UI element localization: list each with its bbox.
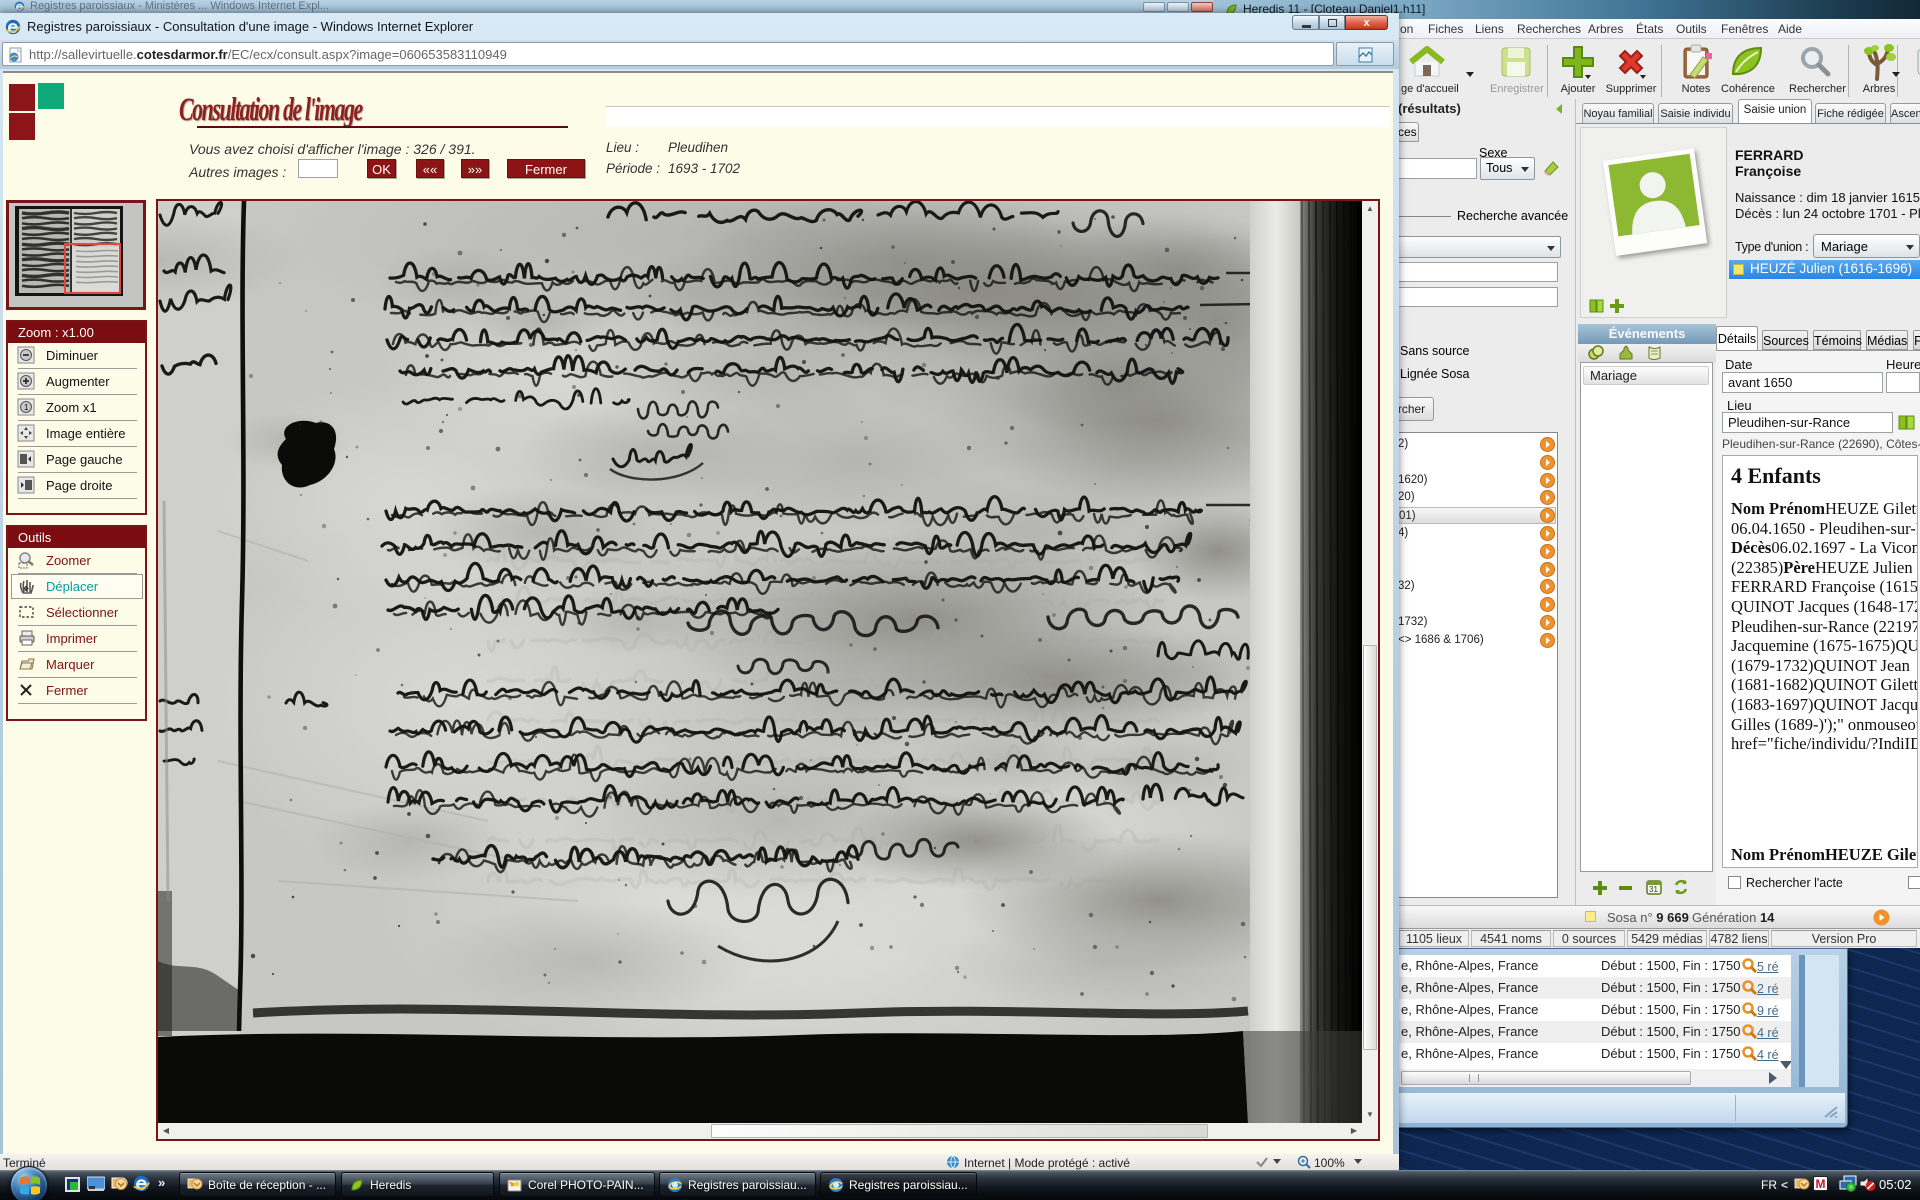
- svg-text:31: 31: [1649, 885, 1658, 894]
- svg-text:✥: ✥: [23, 585, 29, 593]
- svg-text:1: 1: [24, 403, 29, 412]
